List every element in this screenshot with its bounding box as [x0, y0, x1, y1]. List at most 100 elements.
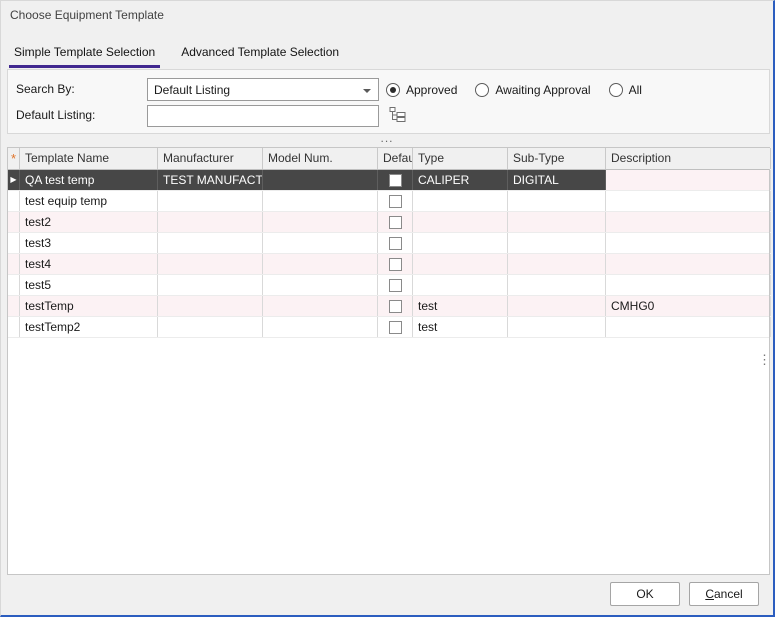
cell[interactable]	[606, 317, 771, 337]
default-checkbox[interactable]	[389, 321, 402, 334]
cell[interactable]	[413, 275, 508, 295]
radio-approved[interactable]: Approved	[386, 83, 457, 97]
default-cell[interactable]	[378, 317, 413, 337]
template-grid: *Template NameManufacturerModel Num.Defa…	[7, 147, 770, 575]
cell[interactable]	[263, 317, 378, 337]
cell[interactable]	[263, 191, 378, 211]
grid-row-test4[interactable]: test4	[8, 254, 769, 275]
radio-all[interactable]: All	[609, 83, 642, 97]
default-checkbox[interactable]	[389, 174, 402, 187]
tab-advanced-template-selection[interactable]: Advanced Template Selection	[176, 42, 344, 68]
tab-simple-template-selection[interactable]: Simple Template Selection	[9, 42, 160, 68]
cell[interactable]	[508, 233, 606, 253]
radio-awaiting-approval[interactable]: Awaiting Approval	[475, 83, 590, 97]
cell[interactable]	[508, 275, 606, 295]
cell[interactable]	[158, 212, 263, 232]
new-row-indicator-cell: *	[8, 148, 20, 169]
cell[interactable]: test	[413, 317, 508, 337]
cancel-button[interactable]: Cancel	[689, 582, 759, 606]
ok-button[interactable]: OK	[610, 582, 680, 606]
cell[interactable]	[606, 233, 771, 253]
cell[interactable]: QA test temp	[20, 170, 158, 190]
grid-row-testtemp2[interactable]: testTemp2 test	[8, 317, 769, 338]
grid-row-test5[interactable]: test5	[8, 275, 769, 296]
default-cell[interactable]	[378, 191, 413, 211]
cell[interactable]	[413, 233, 508, 253]
dialog-titlebar[interactable]: Choose Equipment Template	[1, 1, 773, 31]
vertical-ellipsis-icon[interactable]: ⋮	[758, 352, 768, 368]
default-checkbox[interactable]	[389, 300, 402, 313]
cell[interactable]: test3	[20, 233, 158, 253]
column-header-defaul[interactable]: Defaul	[378, 148, 413, 169]
cell[interactable]: test4	[20, 254, 158, 274]
cell[interactable]	[413, 254, 508, 274]
cell[interactable]	[158, 233, 263, 253]
cell[interactable]: testTemp	[20, 296, 158, 316]
cell[interactable]: test equip temp	[20, 191, 158, 211]
search-panel: Search By: Default Listing Approved Awai…	[7, 69, 770, 134]
cell[interactable]	[508, 212, 606, 232]
grid-row-test3[interactable]: test3	[8, 233, 769, 254]
default-cell[interactable]	[378, 212, 413, 232]
cell[interactable]: CMHG0	[606, 296, 771, 316]
default-listing-input[interactable]	[147, 105, 379, 127]
cell[interactable]: DIGITAL	[508, 170, 606, 190]
column-header-model-num-[interactable]: Model Num.	[263, 148, 378, 169]
cell[interactable]	[606, 254, 771, 274]
cell[interactable]	[158, 254, 263, 274]
default-cell[interactable]	[378, 296, 413, 316]
default-checkbox[interactable]	[389, 237, 402, 250]
cell[interactable]	[508, 191, 606, 211]
radio-unselected-icon	[609, 83, 623, 97]
column-header-description[interactable]: Description	[606, 148, 771, 169]
cell[interactable]	[158, 317, 263, 337]
listing-picker-icon[interactable]	[389, 106, 406, 123]
column-header-type[interactable]: Type	[413, 148, 508, 169]
default-cell[interactable]	[378, 275, 413, 295]
row-indicator-cell	[8, 191, 20, 211]
cell[interactable]	[263, 170, 378, 190]
cell[interactable]	[413, 191, 508, 211]
panel-collapse-grip[interactable]: ...	[1, 133, 773, 143]
cell[interactable]	[508, 254, 606, 274]
cell[interactable]	[263, 212, 378, 232]
search-by-dropdown[interactable]: Default Listing	[147, 78, 379, 101]
cell[interactable]	[263, 233, 378, 253]
cell[interactable]	[158, 275, 263, 295]
cell[interactable]	[606, 170, 771, 190]
column-header-manufacturer[interactable]: Manufacturer	[158, 148, 263, 169]
default-cell[interactable]	[378, 233, 413, 253]
cell[interactable]: test2	[20, 212, 158, 232]
column-header-template-name[interactable]: Template Name	[20, 148, 158, 169]
cell[interactable]	[606, 275, 771, 295]
default-checkbox[interactable]	[389, 216, 402, 229]
cell[interactable]	[263, 254, 378, 274]
cell[interactable]	[263, 296, 378, 316]
cell[interactable]	[508, 296, 606, 316]
cell[interactable]: TEST MANUFACTUR	[158, 170, 263, 190]
default-checkbox[interactable]	[389, 258, 402, 271]
default-checkbox[interactable]	[389, 279, 402, 292]
cell[interactable]	[158, 296, 263, 316]
default-cell[interactable]	[378, 170, 413, 190]
cell[interactable]: test5	[20, 275, 158, 295]
cell[interactable]: CALIPER	[413, 170, 508, 190]
grid-row-testtemp[interactable]: testTemp test CMHG0	[8, 296, 769, 317]
grid-row-qa-test-temp[interactable]: ▶QA test tempTEST MANUFACTUR CALIPERDIGIT…	[8, 170, 769, 191]
grid-row-test2[interactable]: test2	[8, 212, 769, 233]
column-header-sub-type[interactable]: Sub-Type	[508, 148, 606, 169]
grid-row-test-equip-temp[interactable]: test equip temp	[8, 191, 769, 212]
cell[interactable]	[508, 317, 606, 337]
default-checkbox[interactable]	[389, 195, 402, 208]
radio-selected-icon	[386, 83, 400, 97]
default-cell[interactable]	[378, 254, 413, 274]
cell[interactable]	[606, 191, 771, 211]
cell[interactable]	[606, 212, 771, 232]
grid-body: ▶QA test tempTEST MANUFACTUR CALIPERDIGIT…	[8, 170, 769, 338]
cell[interactable]: test	[413, 296, 508, 316]
cell[interactable]	[413, 212, 508, 232]
cell[interactable]: testTemp2	[20, 317, 158, 337]
current-row-indicator-icon: ▶	[8, 170, 20, 190]
cell[interactable]	[263, 275, 378, 295]
cell[interactable]	[158, 191, 263, 211]
